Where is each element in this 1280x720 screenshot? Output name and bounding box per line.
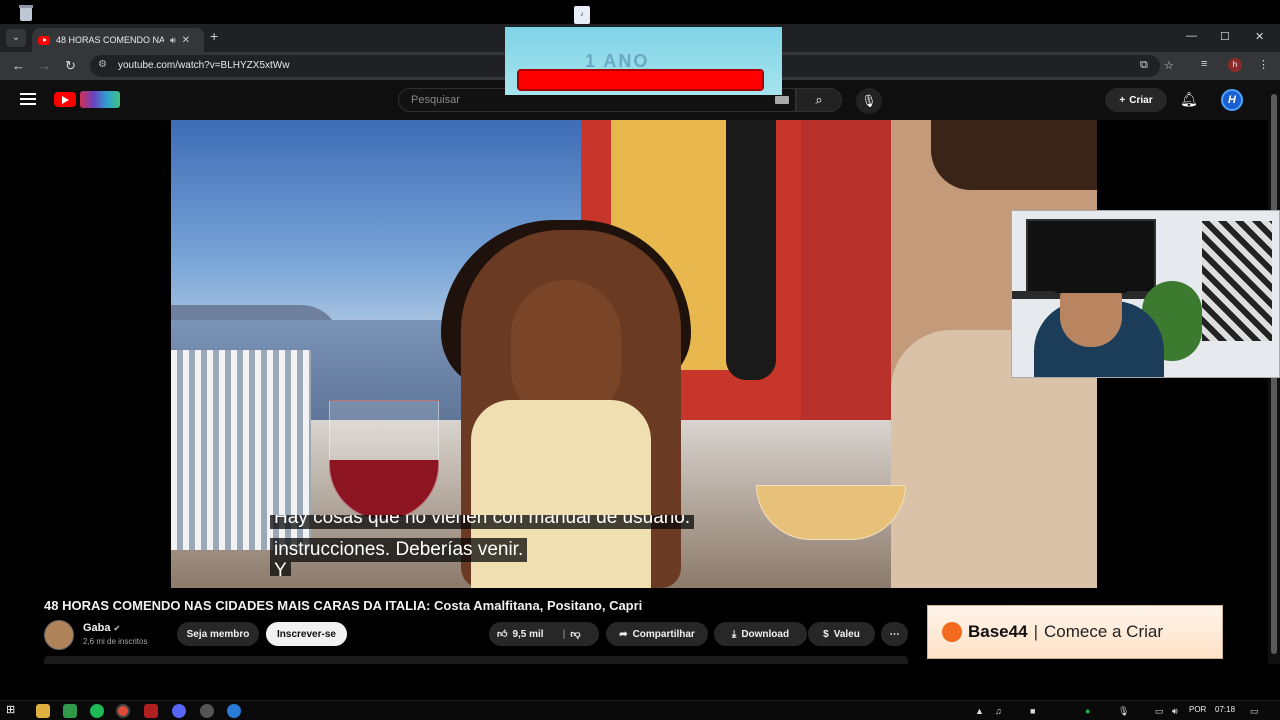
notifications-bell-icon[interactable]: 🔔︎ [1180, 91, 1198, 108]
chrome-icon[interactable] [116, 704, 130, 718]
browser-profile-avatar[interactable]: h [1228, 58, 1242, 72]
tab-youtube[interactable]: 48 HORAS COMENDO NAS CIDADES MAIS CARAS … [32, 28, 204, 52]
language-indicator[interactable]: POR [1189, 705, 1206, 714]
subscriber-count: 2,6 mi de inscritos [83, 637, 148, 646]
tab-search-button[interactable]: ⌄ [6, 29, 26, 47]
youtube-logo-icon[interactable] [54, 92, 76, 107]
caption-line-2: instrucciones. Deberías venir. [270, 538, 528, 562]
reload-icon[interactable]: ↻ [65, 58, 76, 74]
dislike-icon[interactable]: 👎︎ [570, 628, 580, 640]
create-label: Criar [1129, 94, 1153, 106]
ad-separator: | [1033, 622, 1038, 641]
search-icon: ⌕ [815, 92, 823, 107]
taskbar-app-icon[interactable] [144, 704, 158, 718]
share-label: Compartilhar [632, 628, 695, 640]
download-icon: ⤓ [731, 628, 737, 640]
discord-icon[interactable] [172, 704, 186, 718]
site-info-icon[interactable]: ⚙ [98, 59, 107, 70]
account-avatar[interactable]: H [1221, 89, 1243, 111]
stream-overlay-banner: 1 ANO [505, 27, 782, 95]
video-player[interactable]: Hay cosas que no vienen con manual de us… [171, 120, 1097, 588]
speaker-icon[interactable]: 🔊︎ [170, 35, 176, 46]
back-icon[interactable]: ← [12, 58, 25, 73]
share-icon: ➦ [619, 628, 628, 640]
verified-check-icon: ✔ [113, 624, 121, 633]
desktop-area: ♪ [0, 0, 1280, 24]
close-tab-icon[interactable]: ✕ [182, 35, 190, 46]
voice-search-button[interactable]: 🎙︎ [856, 88, 882, 114]
join-button[interactable]: Seja membro [177, 622, 259, 646]
keyboard-icon[interactable] [775, 96, 789, 104]
description-box-edge[interactable] [44, 656, 908, 664]
recycle-bin-icon[interactable] [16, 4, 36, 22]
youtube-doodle-logo[interactable] [80, 91, 120, 108]
like-icon[interactable]: 👍︎ [497, 628, 507, 640]
like-dislike-group: 👍︎ 9,5 mil | 👎︎ [489, 622, 599, 646]
search-placeholder: Pesquisar [411, 94, 460, 106]
url-text[interactable]: youtube.com/watch?v=BLHYZX5xtWw [118, 60, 289, 71]
new-tab-button[interactable]: + [210, 28, 218, 44]
share-button[interactable]: ➦ Compartilhar [606, 622, 708, 646]
banner-red-bar [517, 69, 764, 91]
download-label: Download [741, 628, 790, 640]
maximize-icon[interactable]: ☐ [1220, 30, 1230, 43]
caption-line-3: Y [270, 562, 291, 576]
start-windows-icon[interactable]: ⊞ [6, 703, 20, 717]
download-button[interactable]: ⤓ Download [714, 622, 807, 646]
desktop-file-icon[interactable]: ♪ [574, 6, 590, 24]
thanks-button[interactable]: $ Valeu [808, 622, 875, 646]
thanks-label: Valeu [833, 628, 860, 640]
video-title: 48 HORAS COMENDO NAS CIDADES MAIS CARAS … [44, 598, 643, 613]
caption-line-1: Hay cosas que no vienen con manual de us… [270, 515, 695, 529]
spotify-icon[interactable] [90, 704, 104, 718]
webcam-wall-art [1202, 221, 1272, 341]
ad-banner[interactable]: Base44 | Comece a Criar [927, 605, 1223, 659]
spotify-tray-icon[interactable]: ● [1085, 706, 1090, 716]
microphone-icon: 🎙︎ [861, 94, 877, 108]
nvidia-tray-icon[interactable]: ▲ [975, 706, 984, 716]
video-scene-woman-face [511, 280, 621, 420]
search-button[interactable]: ⌕ [796, 88, 842, 112]
forward-icon[interactable]: → [38, 58, 51, 73]
browser-menu-icon[interactable]: ⋮ [1258, 58, 1269, 71]
video-scene-umbrella [726, 120, 776, 380]
plus-icon: + [1119, 94, 1126, 106]
browser-app-icon[interactable] [227, 704, 241, 718]
install-app-icon[interactable]: ⧉ [1140, 59, 1148, 72]
headset-tray-icon[interactable]: ♫ [995, 706, 1002, 716]
ad-brand: Base44 [968, 622, 1028, 641]
ad-logo-icon [942, 622, 962, 642]
streamer-webcam [1011, 210, 1280, 378]
file-explorer-icon[interactable] [36, 704, 50, 718]
minimize-icon[interactable]: — [1186, 30, 1197, 42]
volume-tray-icon[interactable]: 🔊︎ [1172, 706, 1178, 717]
subscribe-button[interactable]: Inscrever-se [266, 622, 347, 646]
create-button[interactable]: + Criar [1105, 88, 1167, 112]
youtube-favicon-icon [38, 35, 50, 45]
webcam-headset [1054, 267, 1128, 293]
xbox-app-icon[interactable] [63, 704, 77, 718]
channel-name[interactable]: Gaba ✔ [83, 622, 120, 634]
media-controls-icon[interactable]: ≡ [1201, 58, 1207, 70]
video-scene-man-hair [931, 120, 1097, 190]
bookmark-star-icon[interactable]: ☆ [1164, 59, 1174, 72]
thanks-icon: $ [823, 628, 829, 640]
obs-icon[interactable] [200, 704, 214, 718]
mic-tray-icon[interactable]: 🎙︎ [1118, 706, 1129, 717]
like-count[interactable]: 9,5 mil [512, 629, 543, 640]
video-scene-wine-glass [329, 400, 439, 520]
menu-icon[interactable] [20, 93, 36, 105]
tab-title: 48 HORAS COMENDO NAS CIDADES MAIS CARAS … [56, 35, 164, 45]
windows-taskbar: ⊞ ▲ ♫ ■ ● 🎙︎ ▭ 🔊︎ POR 07:18 ▭ [0, 700, 1280, 720]
clock[interactable]: 07:18 [1215, 705, 1235, 714]
channel-avatar[interactable] [44, 620, 74, 650]
ad-slogan: Comece a Criar [1043, 622, 1164, 641]
close-window-icon[interactable]: ✕ [1255, 30, 1264, 43]
network-tray-icon[interactable]: ▭ [1155, 706, 1164, 717]
app-tray-icon[interactable]: ■ [1030, 706, 1035, 716]
more-actions-button[interactable]: ⋯ [881, 622, 908, 646]
notification-center-icon[interactable]: ▭ [1250, 706, 1259, 717]
